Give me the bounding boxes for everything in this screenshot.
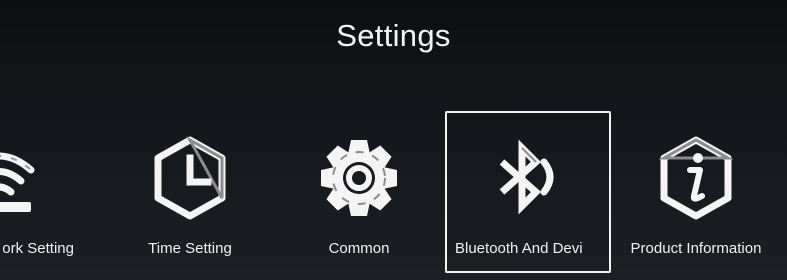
settings-tile-row: ork Setting Time Setting Common Bluetoot…: [0, 0, 787, 280]
bluetooth-icon: [486, 136, 570, 220]
clock-icon: [148, 136, 232, 220]
info-icon: [654, 136, 738, 220]
tile-product-information[interactable]: Product Information: [613, 112, 779, 272]
gear-icon: [317, 136, 401, 220]
tile-time-setting[interactable]: Time Setting: [107, 112, 273, 272]
tile-label: Bluetooth And Devi: [455, 240, 583, 257]
wifi-icon: [0, 136, 41, 220]
tile-label: Common: [328, 240, 390, 257]
settings-screen: Settings ork Setting Time Setting Common…: [0, 0, 787, 280]
tile-label: Time Setting: [148, 240, 232, 257]
tile-label: Product Information: [630, 240, 762, 257]
tile-bluetooth-and-devices[interactable]: Bluetooth And Devi: [445, 111, 611, 273]
tile-common[interactable]: Common: [276, 112, 442, 272]
tile-label: ork Setting: [2, 240, 74, 257]
tile-network-setting[interactable]: ork Setting: [0, 112, 82, 272]
